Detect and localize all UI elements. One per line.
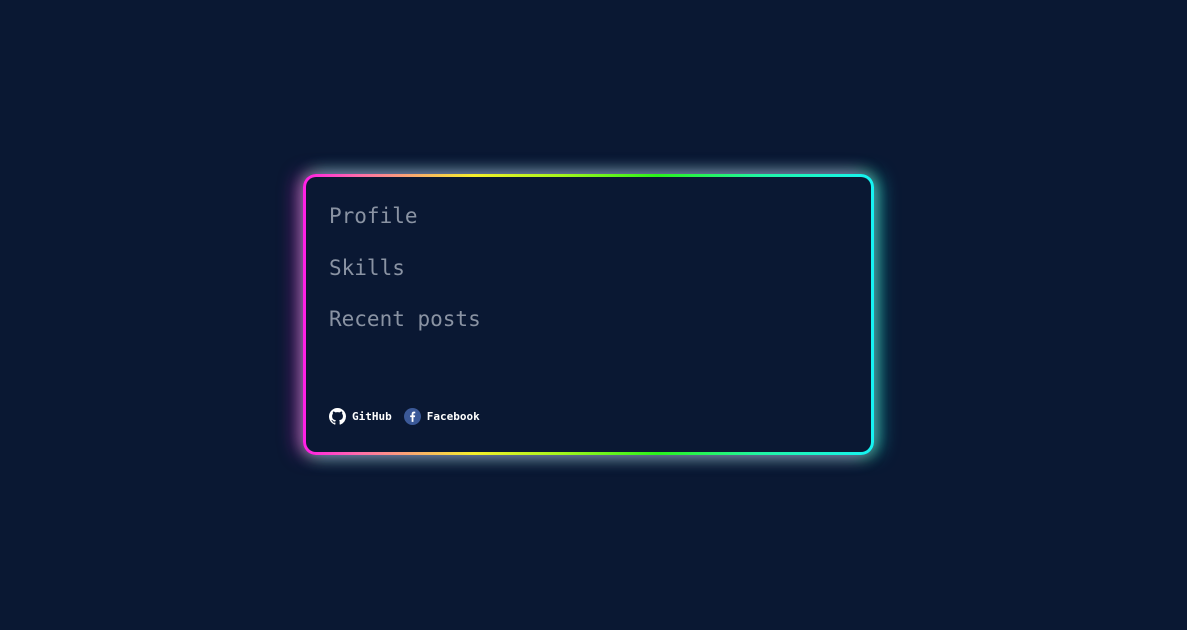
nav-link-profile[interactable]: Profile <box>329 204 418 228</box>
github-label: GitHub <box>352 410 392 423</box>
facebook-icon <box>403 408 421 425</box>
github-icon <box>329 408 346 425</box>
github-link[interactable]: GitHub <box>329 408 392 425</box>
facebook-link[interactable]: Facebook <box>403 408 480 425</box>
nav-link-recent-posts[interactable]: Recent posts <box>329 307 481 331</box>
nav-link-skills[interactable]: Skills <box>329 256 405 280</box>
facebook-label: Facebook <box>426 410 480 423</box>
social-links: GitHub Facebook <box>329 408 480 425</box>
profile-card: Profile Skills Recent posts GitHub Faceb… <box>306 177 871 452</box>
neon-card-frame: Profile Skills Recent posts GitHub Faceb… <box>303 174 874 455</box>
